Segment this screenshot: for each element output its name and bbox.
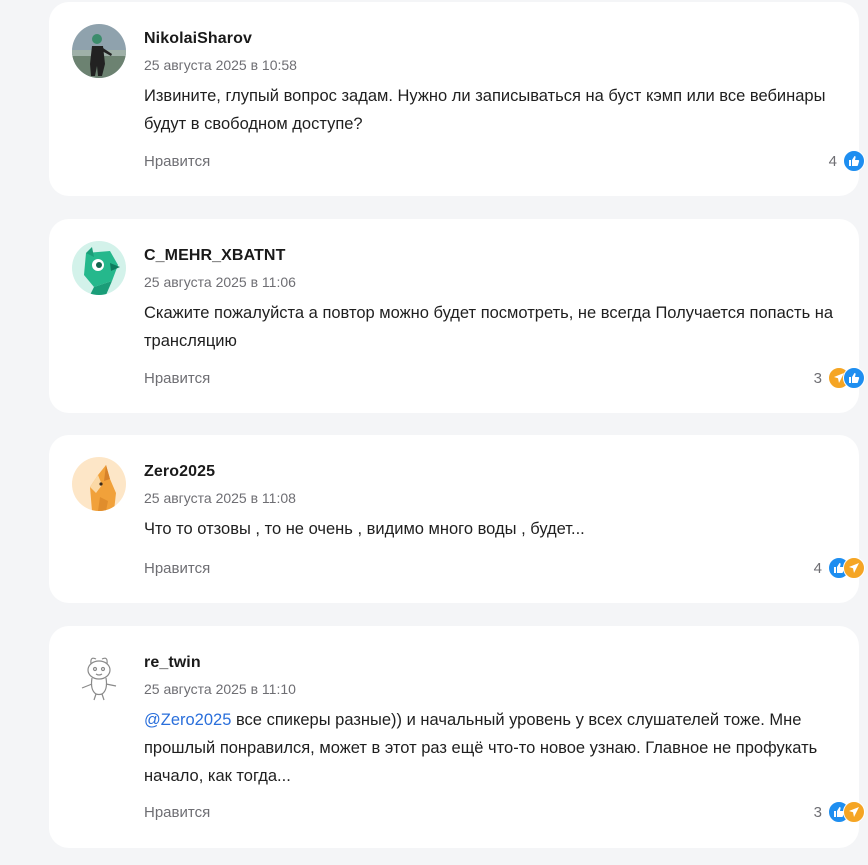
comment-text: Скажите пожалуйста а повтор можно будет … [144,304,834,350]
comment-text: Что то отзовы , то не очень , видимо мно… [144,520,585,538]
comment-card: re_twin 25 августа 2025 в 11:10 @Zero202… [49,626,865,848]
comment-date: 25 августа 2025 в 11:06 [144,274,296,290]
rocket-icon [843,557,865,579]
like-button[interactable]: Нравится [144,153,210,170]
reactions[interactable]: 4 [814,557,865,579]
reactions[interactable]: 3 [814,367,865,389]
rocket-icon [843,801,865,823]
mention-link[interactable]: @Zero2025 [144,711,231,729]
comment-date: 25 августа 2025 в 11:08 [144,490,296,506]
avatar[interactable] [72,648,126,702]
comment-text: Извините, глупый вопрос задам. Нужно ли … [144,87,826,133]
reactions[interactable]: 3 [814,801,865,823]
comment-text: @Zero2025 все спикеры разные)) и начальн… [144,706,844,790]
reactions[interactable]: 4 [829,150,865,172]
avatar[interactable] [72,241,126,295]
avatar[interactable] [72,24,126,78]
reaction-count: 4 [828,152,837,170]
like-icon [843,150,865,172]
comment-author[interactable]: Zero2025 [144,463,215,481]
reaction-count: 3 [813,369,822,387]
comment-author[interactable]: re_twin [144,654,201,672]
comment-card: Zero2025 25 августа 2025 в 11:08 Что то … [49,435,865,603]
comment-text-body: все спикеры разные)) и начальный уровень… [144,711,818,785]
comment-date: 25 августа 2025 в 11:10 [144,681,296,697]
comment-author[interactable]: NikolaiSharov [144,30,252,48]
comment-card: NikolaiSharov 25 августа 2025 в 10:58 Из… [49,2,865,196]
reaction-count: 3 [813,803,822,821]
reaction-count: 4 [813,559,822,577]
comment-date: 25 августа 2025 в 10:58 [144,57,297,73]
like-icon [843,367,865,389]
comment-author[interactable]: C_MEHR_XBATNT [144,247,285,265]
avatar[interactable] [72,457,126,511]
like-button[interactable]: Нравится [144,560,210,577]
like-button[interactable]: Нравится [144,370,210,387]
comment-card: C_MEHR_XBATNT 25 августа 2025 в 11:06 Ск… [49,219,865,413]
like-button[interactable]: Нравится [144,804,210,821]
